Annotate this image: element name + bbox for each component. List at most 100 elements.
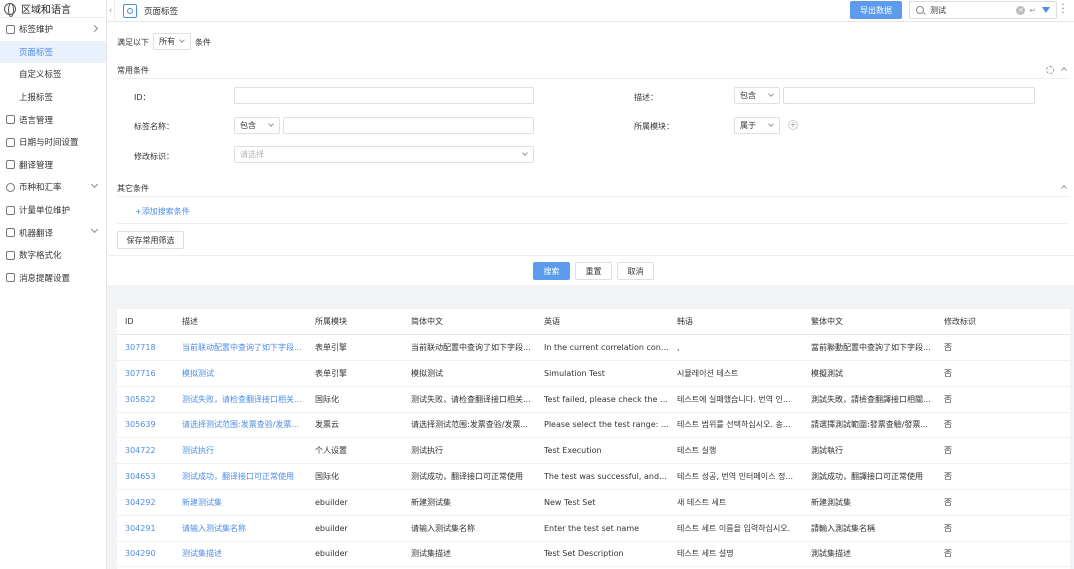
enter-icon[interactable]: ↵ xyxy=(1029,6,1036,15)
table-cell: 테스트 범위를 선택하십시오. 송... xyxy=(677,420,791,430)
sidebar-item[interactable]: 上报标签 xyxy=(0,86,106,109)
globe-icon xyxy=(4,2,16,17)
row-id-link[interactable]: 304290 xyxy=(125,541,175,567)
sidebar-item[interactable]: 数字格式化 xyxy=(0,244,106,267)
column-header[interactable]: 韩语 xyxy=(677,309,802,335)
table-cell: Test Execution xyxy=(544,446,602,456)
collapse-common-icon[interactable] xyxy=(1061,67,1067,73)
chevron-down-icon[interactable] xyxy=(90,226,99,234)
table-row[interactable]: 304291 请输入测试集名称 ebuilder 请输入测试集名称 Enter the … xyxy=(117,516,1070,542)
filter-icon[interactable] xyxy=(1042,7,1050,13)
row-id-link[interactable]: 304722 xyxy=(125,438,175,464)
clear-icon[interactable]: × xyxy=(1016,5,1026,15)
row-id-link[interactable]: 304653 xyxy=(125,464,175,490)
sidebar-item[interactable]: 标签维护 xyxy=(0,18,106,41)
row-desc-link[interactable]: 测试执行 xyxy=(182,438,307,464)
sidebar-item[interactable]: 计量单位维护 xyxy=(0,199,106,222)
table-cell: 表单引擎 xyxy=(315,343,347,352)
add-search-condition-link[interactable]: +添加搜索条件 xyxy=(135,206,190,217)
row-id-link[interactable]: 304291 xyxy=(125,516,175,542)
sidebar-item[interactable]: 币种和汇率 xyxy=(0,176,106,199)
column-header[interactable]: 英语 xyxy=(544,309,669,335)
row-desc-link[interactable]: 测试成功，翻译接口可正常使用 xyxy=(182,464,307,490)
divider xyxy=(117,78,1069,79)
column-header[interactable]: 描述 xyxy=(182,309,307,335)
row-desc-link[interactable]: 测试集描述 xyxy=(182,541,307,567)
cancel-button[interactable]: 取消 xyxy=(617,262,654,280)
table-cell: 測試失敗，請檢查翻譯接口相關... xyxy=(811,394,931,404)
sidebar-item-label: 页面标签 xyxy=(19,47,54,58)
table-cell: 否 xyxy=(944,420,952,430)
tag-name-operator-select[interactable]: 包含 xyxy=(234,117,280,134)
table-row[interactable]: 304290 测试集描述 ebuilder 测试集描述 Test Set Descrip… xyxy=(117,541,1070,568)
table-cell: 请输入测试集名称 xyxy=(411,523,475,533)
sidebar-item[interactable]: 页面标签 xyxy=(0,40,106,64)
sidebar-item[interactable]: 自定义标签 xyxy=(0,63,106,86)
table-cell: 国际化 xyxy=(315,394,339,404)
search-input[interactable]: 测试 xyxy=(930,5,1016,16)
table-cell: 否 xyxy=(944,368,952,378)
module-label: 所属模块： xyxy=(634,122,674,131)
chevron-down-icon[interactable] xyxy=(90,181,99,189)
column-header[interactable]: 繁体中文 xyxy=(811,309,936,335)
row-desc-link[interactable]: 新建测试集 xyxy=(182,490,307,516)
sidebar-item[interactable]: 翻译管理 xyxy=(0,154,106,177)
row-id-link[interactable]: 304292 xyxy=(125,490,175,516)
sidebar-item[interactable]: 机器翻译 xyxy=(0,221,106,244)
search-button[interactable]: 搜索 xyxy=(533,262,570,280)
sidebar-item[interactable]: 日期与时间设置 xyxy=(0,131,106,154)
table-cell: Test failed, please check the con... xyxy=(544,394,669,404)
add-module-icon[interactable]: + xyxy=(788,120,798,130)
row-id-link[interactable]: 307716 xyxy=(125,361,175,387)
row-desc-link[interactable]: 请选择测试范围:发票查验/发票... xyxy=(182,412,307,438)
gear-icon[interactable] xyxy=(1046,66,1054,74)
sidebar-item-label: 标签维护 xyxy=(19,25,54,36)
table-cell: 否 xyxy=(944,549,952,559)
modify-flag-select[interactable]: 请选择 xyxy=(234,146,534,163)
id-input[interactable] xyxy=(234,87,534,104)
row-id-link[interactable]: 305639 xyxy=(125,412,175,438)
table-cell: 模拟测试 xyxy=(411,368,443,378)
table-cell: 否 xyxy=(944,523,952,533)
collapse-sidebar-button[interactable]: ‹ xyxy=(107,0,115,22)
divider xyxy=(117,223,1069,224)
match-mode-select[interactable]: 所有 xyxy=(153,33,191,50)
column-header[interactable]: 所属模块 xyxy=(315,309,405,335)
table-cell: 새 테스트 세트 xyxy=(677,497,727,507)
sidebar-item-label: 翻译管理 xyxy=(19,160,54,171)
table-row[interactable]: 305639 请选择测试范围:发票查验/发票... 发票云 请选择测试范围:发票查验/… xyxy=(117,412,1070,439)
export-data-button[interactable]: 导出数据 xyxy=(850,1,902,19)
desc-operator-select[interactable]: 包含 xyxy=(734,87,780,104)
row-desc-link[interactable]: 当前联动配置中查询了如下字段... xyxy=(182,335,307,361)
table-row[interactable]: 304722 测试执行 个人设置 测试执行 Test Execution 테스트 실행 測試… xyxy=(117,438,1070,465)
row-desc-link[interactable]: 模拟测试 xyxy=(182,361,307,387)
collapse-other-icon[interactable] xyxy=(1061,185,1067,191)
table-cell: New Test Set xyxy=(544,497,596,507)
search-box[interactable]: 测试 × ↵ xyxy=(909,1,1057,19)
calendar-icon xyxy=(6,137,15,147)
column-header[interactable]: 简体中文 xyxy=(411,309,536,335)
table-row[interactable]: 305822 测试失败，请检查翻译接口相关... 国际化 测试失败，请检查翻译接口相关… xyxy=(117,387,1070,413)
desc-input[interactable] xyxy=(783,87,1035,104)
chevron-right-icon[interactable] xyxy=(90,24,99,33)
module-operator-select[interactable]: 属于 xyxy=(734,117,780,134)
row-id-link[interactable]: 305822 xyxy=(125,387,175,413)
sidebar-item[interactable]: 语言管理 xyxy=(0,108,106,131)
desc-label: 描述： xyxy=(634,93,658,102)
table-row[interactable]: 307716 模拟测试 表单引擎 模拟测试 Simulation Test 시뮬레이션 테… xyxy=(117,361,1070,387)
column-header[interactable]: ID xyxy=(125,309,175,335)
more-menu-icon[interactable]: · · · xyxy=(1059,1,1067,19)
tag-name-input[interactable] xyxy=(283,117,534,134)
row-desc-link[interactable]: 测试失败，请检查翻译接口相关... xyxy=(182,387,307,413)
save-common-filter-button[interactable]: 保存常用筛选 xyxy=(117,231,184,249)
sidebar-item[interactable]: 消息提醒设置 xyxy=(0,267,106,290)
column-header[interactable]: 修改标识 xyxy=(944,309,1004,335)
table-cell: 否 xyxy=(944,497,952,507)
table-row[interactable]: 304292 新建测试集 ebuilder 新建测试集 New Test Set 새 테스… xyxy=(117,490,1070,516)
reset-button[interactable]: 重置 xyxy=(575,262,612,280)
row-desc-link[interactable]: 请输入测试集名称 xyxy=(182,516,307,542)
table-row[interactable]: 304653 测试成功，翻译接口可正常使用 国际化 测试成功，翻译接口可正常使用 The… xyxy=(117,464,1070,490)
row-id-link[interactable]: 307718 xyxy=(125,335,175,361)
table-row[interactable]: 307718 当前联动配置中查询了如下字段... 表单引擎 当前联动配置中查询了如下字… xyxy=(117,335,1070,361)
table-cell: 테스트 세트 이름을 입력하십시오. xyxy=(677,523,791,533)
